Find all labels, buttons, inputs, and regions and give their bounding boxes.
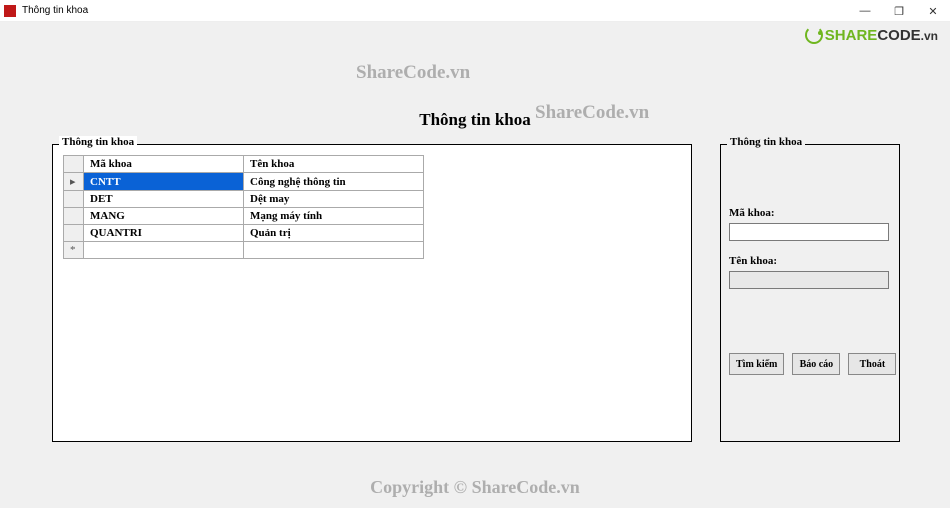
ten-khoa-input[interactable] [729, 271, 889, 289]
report-button[interactable]: Báo cáo [792, 353, 840, 375]
row-indicator-icon: ▸ [64, 173, 84, 191]
logo-share: SHARE [825, 27, 878, 44]
ten-khoa-label: Tên khoa: [729, 255, 777, 267]
table-row[interactable]: MANG Mạng máy tính [64, 208, 424, 225]
cell-ten-empty[interactable] [244, 242, 424, 259]
logo-tld: .vn [921, 29, 938, 43]
row-header-blank [64, 156, 84, 173]
cell-ten[interactable]: Dệt may [244, 191, 424, 208]
new-row-indicator-icon: * [64, 242, 84, 259]
table-new-row[interactable]: * [64, 242, 424, 259]
table-row[interactable]: QUANTRI Quản trị [64, 225, 424, 242]
row-indicator-blank [64, 225, 84, 242]
watermark-top: ShareCode.vn [356, 62, 470, 84]
ma-khoa-label: Mã khoa: [729, 207, 775, 219]
window-titlebar: Thông tin khoa — ❐ ✕ [0, 0, 950, 22]
row-indicator-blank [64, 191, 84, 208]
cell-ten[interactable]: Công nghệ thông tin [244, 173, 424, 191]
minimize-button[interactable]: — [848, 0, 882, 22]
search-button[interactable]: Tìm kiếm [729, 353, 784, 375]
cell-ma[interactable]: DET [84, 191, 244, 208]
cell-ma[interactable]: QUANTRI [84, 225, 244, 242]
sharecode-logo: SHARECODE.vn [805, 26, 938, 44]
col-header-ma[interactable]: Mã khoa [84, 156, 244, 173]
col-header-ten[interactable]: Tên khoa [244, 156, 424, 173]
window-title: Thông tin khoa [22, 5, 88, 16]
window-controls: — ❐ ✕ [848, 0, 950, 22]
button-row: Tìm kiếm Báo cáo Thoát [729, 353, 896, 375]
group-right-legend: Thông tin khoa [727, 136, 805, 148]
table-row[interactable]: ▸ CNTT Công nghệ thông tin [64, 173, 424, 191]
page-title: Thông tin khoa [0, 110, 950, 130]
maximize-button[interactable]: ❐ [882, 0, 916, 22]
group-right: Thông tin khoa Mã khoa: Tên khoa: Tìm ki… [720, 144, 900, 442]
logo-code: CODE [877, 27, 920, 44]
cell-ma[interactable]: MANG [84, 208, 244, 225]
watermark-footer: Copyright © ShareCode.vn [0, 477, 950, 498]
row-indicator-blank [64, 208, 84, 225]
cell-ten[interactable]: Quản trị [244, 225, 424, 242]
cell-ten[interactable]: Mạng máy tính [244, 208, 424, 225]
table-row[interactable]: DET Dệt may [64, 191, 424, 208]
cell-ma[interactable]: CNTT [84, 173, 244, 191]
grid-header-row: Mã khoa Tên khoa [64, 156, 424, 173]
group-left: Thông tin khoa Mã khoa Tên khoa ▸ CNTT C… [52, 144, 692, 442]
exit-button[interactable]: Thoát [848, 353, 896, 375]
app-icon [4, 5, 16, 17]
close-button[interactable]: ✕ [916, 0, 950, 22]
group-left-legend: Thông tin khoa [59, 136, 137, 148]
ma-khoa-input[interactable] [729, 223, 889, 241]
khoa-grid[interactable]: Mã khoa Tên khoa ▸ CNTT Công nghệ thông … [63, 155, 424, 259]
client-area: SHARECODE.vn ShareCode.vn ShareCode.vn T… [0, 22, 950, 508]
logo-swirl-icon [805, 26, 823, 44]
cell-ma-empty[interactable] [84, 242, 244, 259]
